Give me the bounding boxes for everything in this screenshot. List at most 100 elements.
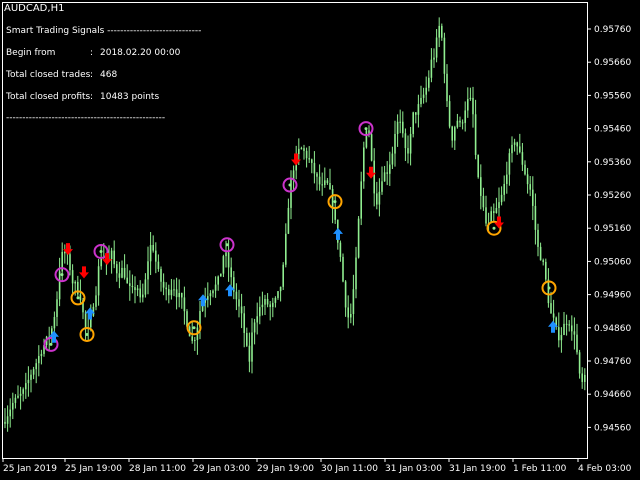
price-axis[interactable]: 0.95760 0.95660 0.95560 0.95460 0.95360 0.952… — [587, 25, 631, 433]
exit-circle-dot — [333, 200, 337, 204]
candle-body — [191, 336, 193, 341]
candle-body — [467, 99, 469, 111]
time-axis[interactable]: 25 Jan 2019 25 Jan 19:00 28 Jan 11:00 29 Ja… — [2, 458, 632, 474]
candle-body — [355, 257, 357, 290]
candle-body — [415, 112, 417, 115]
candle-body — [282, 264, 284, 287]
candle-body — [347, 307, 349, 318]
candle-body — [435, 37, 438, 58]
candle-body — [360, 181, 362, 219]
candle-body — [560, 334, 563, 341]
candle-body — [448, 101, 451, 127]
candle-body — [526, 174, 529, 185]
candle-body — [321, 184, 323, 186]
candle-body — [4, 421, 6, 424]
row-begin-sep: : — [90, 48, 94, 58]
candle-body — [253, 322, 256, 333]
candle-body — [459, 120, 461, 123]
candle-body — [274, 297, 277, 303]
candle-body — [485, 207, 487, 224]
candle-body — [500, 194, 503, 203]
candle-body — [160, 268, 162, 282]
candle-body — [212, 290, 214, 294]
candle-body — [433, 57, 435, 60]
candle-body — [508, 153, 511, 175]
x-tick-label: 31 Jan 03:00 — [385, 464, 442, 474]
row-begin-label: Begin from — [6, 48, 56, 58]
candle-body — [290, 179, 292, 208]
candle-body — [214, 284, 217, 291]
candle-body — [404, 133, 407, 149]
candle-body — [35, 363, 37, 370]
candle-body — [259, 307, 261, 317]
candle-body — [53, 316, 56, 329]
candle-body — [425, 87, 427, 95]
row-profits-label: Total closed profits — [6, 92, 91, 102]
candle-body — [383, 172, 386, 182]
candle-body — [552, 313, 555, 318]
candle-body — [266, 298, 269, 305]
candle-body — [303, 148, 305, 151]
x-tick-label: 1 Feb 11:00 — [513, 464, 567, 474]
candle-body — [84, 312, 87, 328]
candle-body — [287, 207, 290, 234]
entry-circle-dot — [49, 342, 53, 346]
row-trades-value: 468 — [100, 70, 118, 80]
candle-body — [240, 306, 243, 314]
candle-body — [513, 142, 516, 145]
candle-body — [118, 273, 121, 278]
candle-body — [217, 276, 219, 285]
y-tick-label: 0.94760 — [594, 357, 631, 367]
candle-body — [373, 160, 375, 194]
buy-arrow-icon — [333, 227, 343, 240]
candle-body — [493, 211, 495, 213]
candle-body — [391, 153, 394, 165]
candle-body — [550, 303, 552, 314]
candle-body — [264, 298, 266, 305]
candle-body — [58, 271, 61, 300]
candle-body — [152, 245, 154, 251]
candle-body — [246, 332, 248, 346]
candle-body — [248, 345, 251, 362]
candle-body — [495, 208, 498, 213]
candle-body — [430, 59, 433, 78]
y-tick-label: 0.95260 — [594, 191, 631, 201]
candle-body — [6, 416, 9, 424]
candle-body — [407, 148, 409, 154]
sell-arrow-icon — [291, 153, 301, 166]
sell-arrow-icon — [79, 266, 89, 279]
candle-body — [480, 177, 482, 196]
candle-body — [69, 254, 71, 271]
y-tick-label: 0.95660 — [594, 58, 631, 68]
candle-body — [222, 256, 225, 274]
candle-body — [194, 339, 196, 341]
candle-body — [529, 184, 531, 190]
row-profits-value: 10483 points — [100, 92, 160, 102]
price-chart[interactable]: 0.95760 0.95660 0.95560 0.95460 0.95360 0.952… — [0, 0, 640, 480]
candle-body — [17, 395, 19, 398]
candle-body — [378, 191, 381, 205]
candle-body — [173, 289, 175, 291]
candle-body — [394, 133, 396, 154]
candle-body — [238, 299, 240, 307]
candle-body — [149, 245, 152, 262]
candle-body — [126, 277, 128, 284]
candle-body — [300, 148, 303, 150]
candle-body — [12, 402, 14, 410]
candle-body — [558, 327, 560, 341]
candle-body — [170, 289, 173, 296]
candle-body — [230, 267, 232, 278]
candle-body — [446, 73, 448, 102]
candle-body — [573, 331, 576, 335]
candle-body — [79, 294, 82, 301]
candle-body — [511, 144, 513, 154]
candle-body — [568, 324, 570, 326]
candle-body — [22, 389, 24, 394]
candle-body — [334, 209, 336, 220]
candle-body — [251, 332, 253, 362]
candle-body — [524, 164, 526, 175]
candle-body — [472, 97, 474, 115]
candle-body — [326, 180, 329, 183]
candle-body — [464, 110, 466, 123]
candle-body — [339, 242, 342, 257]
